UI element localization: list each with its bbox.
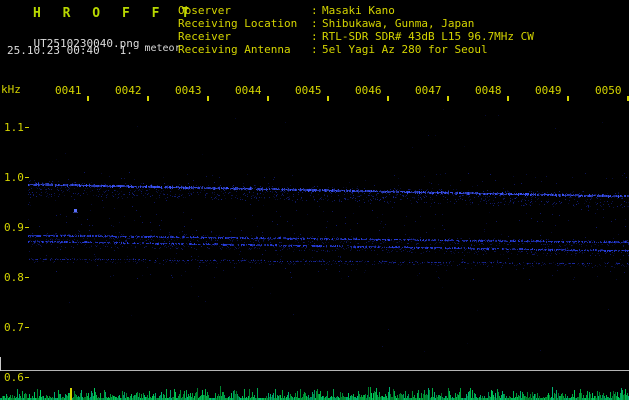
metadata-value: Masaki Kano [322, 4, 395, 17]
app-logo: H R O F F T [33, 6, 197, 21]
metadata-value: 5el Yagi Az 280 for Seoul [322, 43, 488, 56]
metadata-label: Receiving Antenna [178, 43, 291, 56]
time-tick-mark [147, 96, 149, 101]
time-tick-label: 0044 [235, 84, 262, 97]
freq-tick-label: 0.9 [4, 221, 24, 234]
freq-tick-label: 1.0 [4, 171, 24, 184]
metadata-row: Receiving Antenna:5el Yagi Az 280 for Se… [178, 43, 534, 56]
metadata-separator: : [311, 30, 318, 43]
freq-tick-label: 1.1 [4, 121, 24, 134]
spectrogram-canvas [28, 102, 629, 356]
freq-tick-label: 0.7 [4, 321, 24, 334]
signal-level-canvas [0, 356, 629, 400]
time-tick-mark [327, 96, 329, 101]
metadata-label: Observer [178, 4, 231, 17]
metadata-row: Receiver: RTL-SDR SDR# 43dB L15 96.7MHz C… [178, 30, 534, 43]
time-tick-label: 0048 [475, 84, 502, 97]
datetime-text: 25.10.23 00:40 1. [7, 44, 133, 57]
time-tick-label: 0047 [415, 84, 442, 97]
time-tick-mark [207, 96, 209, 101]
metadata-row: Receiving Location: Shibukawa, Gunma, Jap… [178, 17, 534, 30]
time-tick-mark [507, 96, 509, 101]
metadata-separator: : [311, 4, 318, 17]
metadata-list: Observer: Masaki Kano Receiving Location: S… [178, 4, 534, 56]
time-tick-label: 0041 [55, 84, 82, 97]
time-tick-label: 0050 [595, 84, 622, 97]
metadata-label: Receiving Location [178, 17, 298, 30]
time-tick-label: 0046 [355, 84, 382, 97]
freq-tick-label: 0.8 [4, 271, 24, 284]
time-axis: 0041 0042 0043 0044 0045 0046 0047 0048 0049 0050 [0, 84, 629, 102]
time-tick-mark [567, 96, 569, 101]
metadata-value: RTL-SDR SDR# 43dB L15 96.7MHz CW [322, 30, 534, 43]
metadata-value: Shibukawa, Gunma, Japan [322, 17, 475, 30]
metadata-row: Observer: Masaki Kano [178, 4, 534, 17]
time-tick-label: 0042 [115, 84, 142, 97]
station-tag: meteor [144, 43, 181, 54]
time-tick-mark [447, 96, 449, 101]
time-tick-label: 0043 [175, 84, 202, 97]
time-tick-label: 0049 [535, 84, 562, 97]
time-tick-mark [267, 96, 269, 101]
metadata-separator: : [311, 43, 318, 56]
metadata-label: Receiver [178, 30, 231, 43]
metadata-separator: : [311, 17, 318, 30]
time-tick-label: 0045 [295, 84, 322, 97]
time-tick-mark [387, 96, 389, 101]
time-tick-mark [87, 96, 89, 101]
hrofft-screen: H R O F F T UT2510230040.png meteor 25.10… [0, 0, 629, 400]
